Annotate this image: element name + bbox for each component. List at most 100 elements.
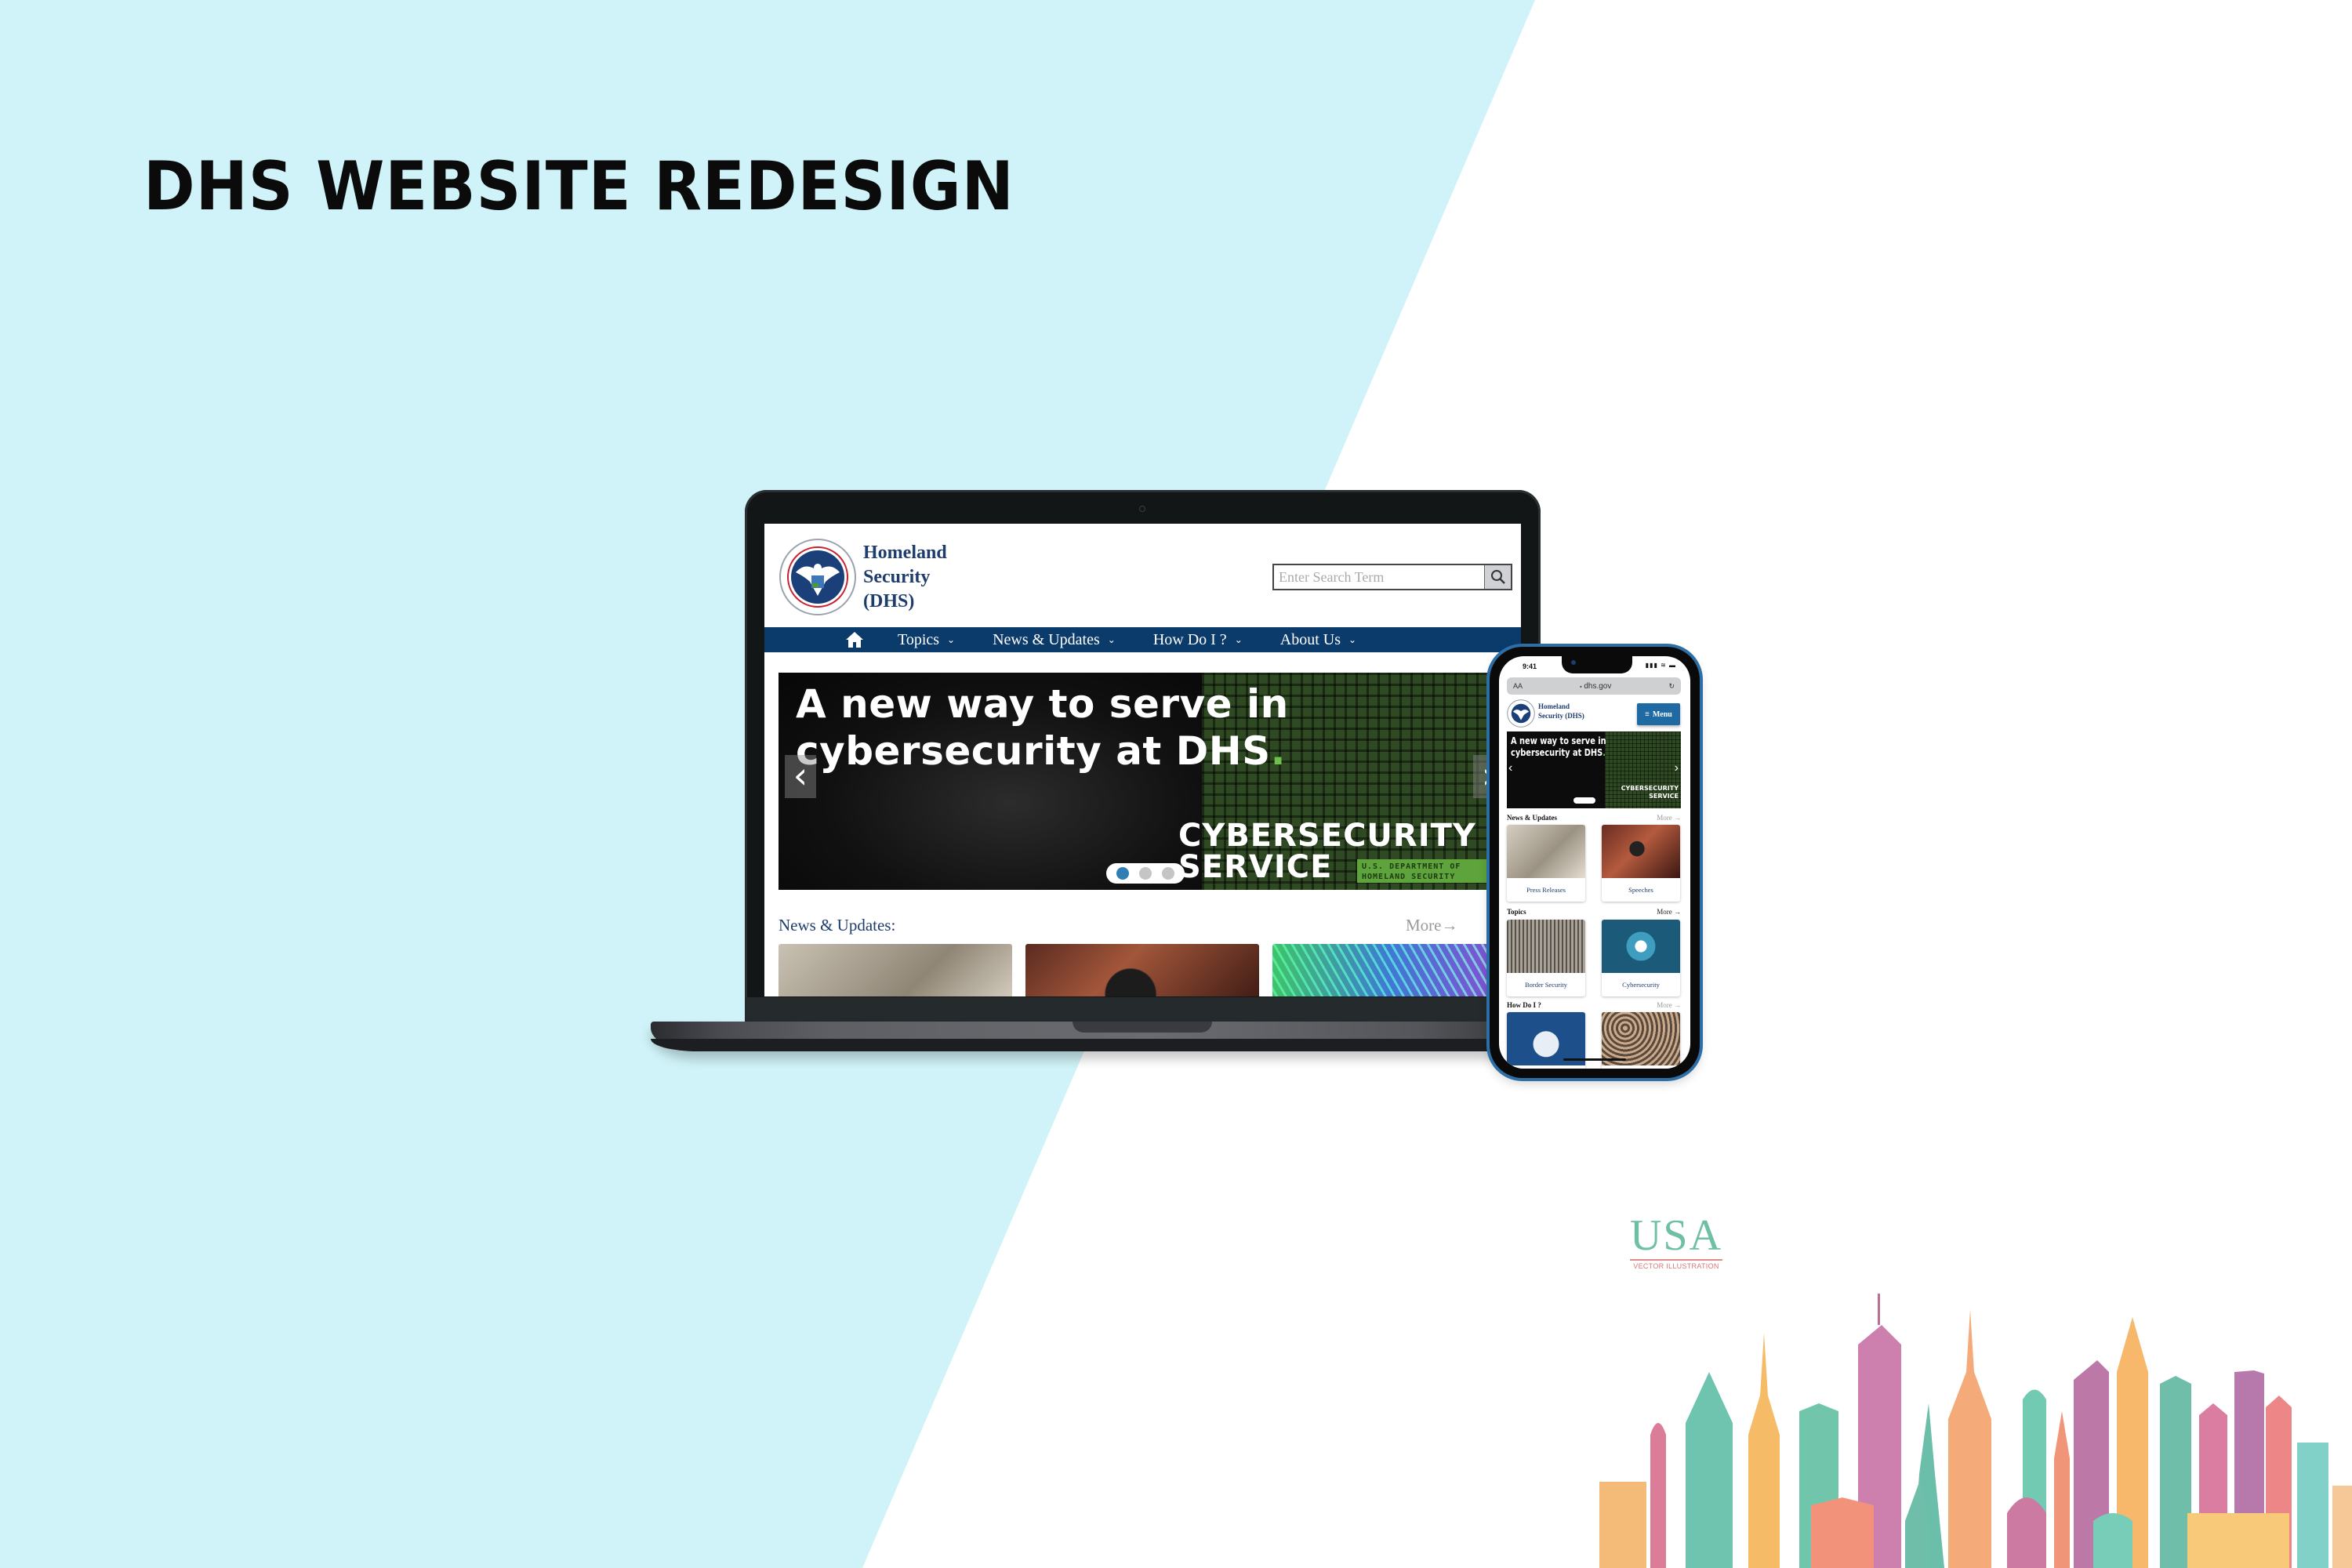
chevron-down-icon: ⌄ xyxy=(1107,633,1116,645)
news-card-speeches[interactable] xyxy=(1025,944,1259,996)
card-label: Border Security xyxy=(1524,981,1568,989)
carousel-dot[interactable] xyxy=(1138,867,1152,880)
lock-icon: ▪ xyxy=(1580,684,1582,690)
brand-line: Homeland xyxy=(1538,702,1570,710)
card-cybersecurity[interactable]: Cybersecurity xyxy=(1602,920,1680,996)
usa-logo-subtitle: VECTOR ILLUSTRATION xyxy=(1633,1262,1719,1270)
home-indicator xyxy=(1563,1058,1626,1061)
card-label: Press Releases xyxy=(1526,886,1566,894)
phone-camera xyxy=(1571,660,1576,665)
brand-line: Security (DHS) xyxy=(1538,712,1584,720)
carousel-dot[interactable] xyxy=(1116,867,1129,880)
card-image xyxy=(1507,1012,1585,1065)
headline-line: A new way to serve in xyxy=(1511,735,1606,746)
section-more-link[interactable]: More → xyxy=(1657,1001,1681,1009)
card-label: Cybersecurity xyxy=(1622,981,1660,989)
brand-line: Security xyxy=(863,567,931,587)
menu-button[interactable]: ≡ Menu xyxy=(1637,703,1680,725)
brand-line: (DHS) xyxy=(863,591,915,612)
menu-label: Menu xyxy=(1652,710,1672,719)
section-heading: Topics xyxy=(1507,908,1526,916)
card-image xyxy=(1602,1012,1680,1065)
site-brand[interactable]: Homeland Security (DHS) xyxy=(1538,702,1584,720)
card-press-releases[interactable]: Press Releases xyxy=(1507,825,1585,902)
hamburger-icon: ≡ xyxy=(1645,710,1650,719)
hero-carousel[interactable]: A new way to serve in cybersecurity at D… xyxy=(779,673,1508,890)
section-more-link[interactable]: More → xyxy=(1657,814,1681,822)
hero-headline: A new way to serve in cybersecurity at D… xyxy=(796,681,1289,775)
dhs-seal-icon[interactable] xyxy=(779,538,857,616)
card-image xyxy=(1602,825,1680,878)
reload-icon[interactable]: ↻ xyxy=(1668,682,1675,691)
nav-label: News & Updates xyxy=(993,630,1100,648)
hero-badge-line: SERVICE xyxy=(1649,793,1679,800)
chevron-down-icon: ⌄ xyxy=(947,633,956,645)
headline-line: A new way to serve in xyxy=(796,681,1289,727)
carousel-dot[interactable] xyxy=(1162,867,1175,880)
laptop-camera xyxy=(1139,506,1145,512)
card-image xyxy=(1602,920,1680,973)
nav-topics[interactable]: Topics ⌄ xyxy=(898,631,955,649)
hero-headline: A new way to serve in cybersecurity at D… xyxy=(1511,735,1606,759)
nav-news-updates[interactable]: News & Updates ⌄ xyxy=(993,631,1116,649)
browser-address-bar[interactable]: AA ▪ dhs.gov ↻ xyxy=(1507,677,1681,695)
card-label: Speeches xyxy=(1628,886,1653,894)
chevron-left-icon[interactable]: ‹ xyxy=(1508,761,1512,775)
news-more-link[interactable]: More→ xyxy=(1406,916,1458,935)
section-more-link[interactable]: More → xyxy=(1657,908,1681,916)
laptop-screen: Homeland Security (DHS) Topics ⌄ News & … xyxy=(764,524,1521,996)
chevron-down-icon: ⌄ xyxy=(1234,633,1243,645)
news-card-press[interactable] xyxy=(779,944,1012,996)
laptop-notch xyxy=(1073,1022,1212,1033)
section-heading: How Do I ? xyxy=(1507,1001,1541,1009)
status-icons: ▮▮▮ ≋ ▬ xyxy=(1645,662,1676,669)
tag-line: HOMELAND SECURITY xyxy=(1362,873,1456,881)
carousel-prev-button[interactable]: ‹ xyxy=(785,755,816,798)
text-size-button[interactable]: AA xyxy=(1513,682,1523,690)
phone-notch xyxy=(1562,656,1632,673)
nav-about-us[interactable]: About Us ⌄ xyxy=(1280,631,1356,649)
home-icon xyxy=(846,632,863,648)
hero-dhs-tag: U.S. DEPARTMENT OF HOMELAND SECURITY xyxy=(1357,859,1508,883)
hero-carousel[interactable]: A new way to serve in cybersecurity at D… xyxy=(1507,731,1681,808)
hero-badge-line: CYBERSECURITY xyxy=(1178,818,1476,854)
nav-label: About Us xyxy=(1279,630,1341,648)
brand-line: Homeland xyxy=(863,543,947,563)
headline-dot: . xyxy=(1270,728,1287,774)
headline-line: cybersecurity at DHS xyxy=(1511,747,1603,758)
skyline-buildings xyxy=(1599,1294,2352,1568)
headline-line: cybersecurity at DHS xyxy=(796,728,1271,774)
phone-mockup: 9:41 ▮▮▮ ≋ ▬ AA ▪ dhs.gov ↻ Homeland Sec… xyxy=(1490,647,1700,1078)
status-time: 9:41 xyxy=(1523,662,1537,670)
main-nav: Topics ⌄ News & Updates ⌄ How Do I ? ⌄ A… xyxy=(764,627,1521,652)
search-box xyxy=(1272,564,1512,590)
card-image xyxy=(1507,825,1585,878)
nav-label: Topics xyxy=(898,630,940,648)
chevron-right-icon[interactable]: › xyxy=(1675,761,1679,775)
phone-screen: 9:41 ▮▮▮ ≋ ▬ AA ▪ dhs.gov ↻ Homeland Sec… xyxy=(1499,656,1690,1069)
card-image xyxy=(1507,920,1585,973)
usa-logo-title: USA xyxy=(1629,1211,1723,1260)
tag-line: U.S. DEPARTMENT OF xyxy=(1362,862,1461,871)
hero-badge: CYBERSECURITY SERVICE xyxy=(1621,785,1679,800)
headline-dot: . xyxy=(1602,747,1606,758)
search-input[interactable] xyxy=(1274,565,1484,589)
news-heading: News & Updates: xyxy=(779,916,896,935)
search-icon xyxy=(1490,570,1505,584)
nav-label: How Do I ? xyxy=(1152,630,1227,648)
section-heading: News & Updates xyxy=(1507,814,1557,822)
hero-badge-line: CYBERSECURITY xyxy=(1621,785,1679,792)
search-button[interactable] xyxy=(1484,565,1511,589)
dhs-seal-icon[interactable] xyxy=(1507,699,1535,728)
card-border-security[interactable]: Border Security xyxy=(1507,920,1585,996)
url-display: ▪ dhs.gov xyxy=(1580,682,1611,691)
carousel-indicators xyxy=(1106,863,1185,884)
nav-how-do-i[interactable]: How Do I ? ⌄ xyxy=(1153,631,1243,649)
news-card-infocus[interactable] xyxy=(1272,944,1506,996)
nav-home[interactable] xyxy=(843,631,866,648)
site-brand[interactable]: Homeland Security (DHS) xyxy=(863,541,947,614)
card-speeches[interactable]: Speeches xyxy=(1602,825,1680,902)
chevron-down-icon: ⌄ xyxy=(1348,633,1357,645)
usa-skyline-illustration xyxy=(1599,1294,2352,1568)
hero-badge-line: SERVICE xyxy=(1178,849,1333,885)
